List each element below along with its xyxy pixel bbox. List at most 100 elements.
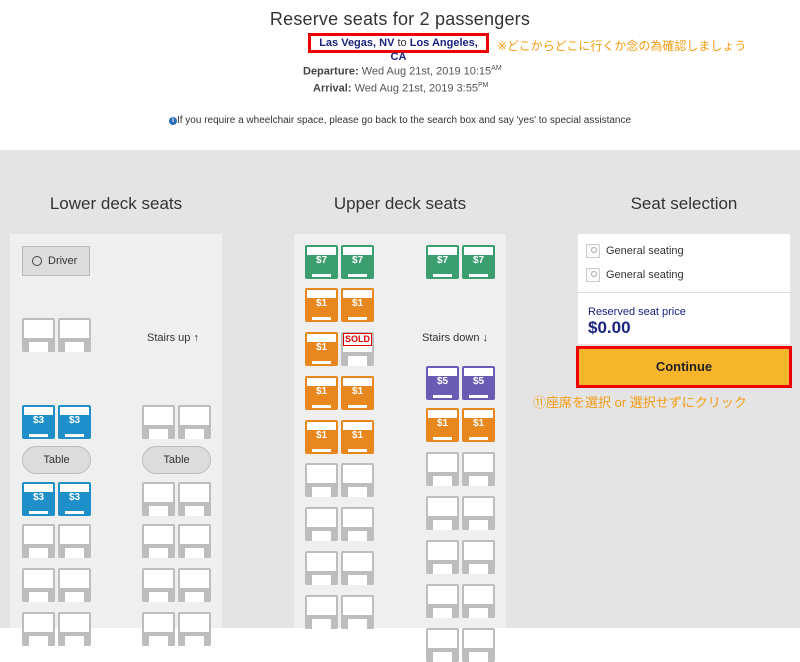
seat-empty xyxy=(462,628,495,662)
seat-price: $1 xyxy=(351,430,364,441)
seat-notch xyxy=(433,395,452,398)
seat-available[interactable]: $1 xyxy=(462,408,495,442)
seat-notch xyxy=(312,274,331,277)
table-left-label: Table xyxy=(43,454,70,466)
seat-available[interactable]: $1 xyxy=(341,288,374,322)
seat-empty xyxy=(462,452,495,486)
seat-available[interactable]: $7 xyxy=(305,245,338,279)
page-header: Reserve seats for 2 passengers Las Vegas… xyxy=(0,0,800,150)
continue-note: ⑪座席を選択 or 選択せずにクリック xyxy=(533,395,747,410)
seat-notch xyxy=(29,434,48,437)
seat-price: $7 xyxy=(315,255,328,266)
seat-price: $1 xyxy=(315,430,328,441)
seat-available[interactable]: $3 xyxy=(58,405,91,439)
seat-available[interactable]: $1 xyxy=(341,420,374,454)
seat-empty xyxy=(426,540,459,574)
seat-available[interactable]: $1 xyxy=(305,420,338,454)
wheelchair-info-text: If you require a wheelchair space, pleas… xyxy=(176,115,632,126)
seat-empty xyxy=(178,482,211,516)
seat-available[interactable]: $3 xyxy=(22,482,55,516)
seat-available[interactable]: $1 xyxy=(305,332,338,366)
steering-wheel-icon xyxy=(32,256,42,266)
seat-empty xyxy=(426,452,459,486)
arrival-value: Wed Aug 21st, 2019 3:55 xyxy=(354,82,478,95)
seat-empty xyxy=(341,551,374,585)
seat-price: $1 xyxy=(436,418,449,429)
seat-empty xyxy=(178,568,211,602)
arrow-up-icon: ↑ xyxy=(193,332,199,344)
seat-empty xyxy=(305,463,338,497)
seat-empty xyxy=(178,405,211,439)
upper-deck-title: Upper deck seats xyxy=(333,194,467,213)
seat-empty xyxy=(341,507,374,541)
seat-empty xyxy=(462,584,495,618)
seat-available[interactable]: $5 xyxy=(426,366,459,400)
passenger-row: General seating xyxy=(586,244,684,258)
seat-price: $3 xyxy=(68,492,81,503)
departure-label: Departure: xyxy=(303,65,359,78)
stairs-down-label: Stairs down xyxy=(422,332,480,344)
trip-times: Departure: Wed Aug 21st, 2019 10:15AM Ar… xyxy=(300,62,502,95)
seat-notch xyxy=(348,317,367,320)
route-to-word: to xyxy=(397,37,407,49)
seat-notch xyxy=(65,511,84,514)
seat-available[interactable]: $7 xyxy=(462,245,495,279)
seat-notch xyxy=(469,274,488,277)
divider xyxy=(578,292,790,293)
seat-available[interactable]: $7 xyxy=(426,245,459,279)
seat-available[interactable]: $5 xyxy=(462,366,495,400)
seat-price: $3 xyxy=(32,492,45,503)
seat-notch xyxy=(29,511,48,514)
route-from: Las Vegas, NV xyxy=(319,37,395,49)
seat-available[interactable]: $1 xyxy=(341,376,374,410)
continue-button[interactable]: Continue xyxy=(576,346,792,388)
seat-notch xyxy=(65,434,84,437)
seat-available[interactable]: $1 xyxy=(305,288,338,322)
seat-selection-title: Seat selection xyxy=(630,194,738,213)
seat-price: $3 xyxy=(32,415,45,426)
table-right: Table xyxy=(142,446,211,474)
seat-empty xyxy=(426,628,459,662)
seat-price: $7 xyxy=(472,255,485,266)
seat-empty xyxy=(142,568,175,602)
seat-empty xyxy=(462,496,495,530)
seat-empty xyxy=(178,612,211,646)
seat-available[interactable]: $1 xyxy=(426,408,459,442)
seat-available[interactable]: $7 xyxy=(341,245,374,279)
seat-empty xyxy=(142,524,175,558)
seat-empty xyxy=(58,568,91,602)
seat-empty xyxy=(305,551,338,585)
price-value: $0.00 xyxy=(588,318,631,337)
seat-available[interactable]: $3 xyxy=(58,482,91,516)
seat-notch xyxy=(469,395,488,398)
seat-empty xyxy=(142,482,175,516)
page-title: Reserve seats for 2 passengers xyxy=(269,9,531,29)
seat-price: $7 xyxy=(436,255,449,266)
seat-notch xyxy=(348,274,367,277)
seat-empty xyxy=(142,612,175,646)
seat-notch xyxy=(433,437,452,440)
seat-notch xyxy=(312,405,331,408)
seat-price: $1 xyxy=(351,298,364,309)
seat-notch xyxy=(312,449,331,452)
person-icon xyxy=(586,244,600,258)
seat-selection-box: General seating General seating Reserved… xyxy=(578,234,790,344)
route-summary: Las Vegas, NV to Los Angeles, CA xyxy=(308,33,489,63)
seat-empty xyxy=(22,568,55,602)
wheelchair-info: i If you require a wheelchair space, plea… xyxy=(0,115,800,126)
seat-notch xyxy=(433,274,452,277)
seat-price: $1 xyxy=(472,418,485,429)
seat-notch xyxy=(469,437,488,440)
departure-ampm: AM xyxy=(491,65,502,72)
arrow-down-icon: ↓ xyxy=(482,332,489,344)
arrival-ampm: PM xyxy=(477,81,489,89)
seat-empty xyxy=(22,318,55,352)
route-note: ※どこからどこに行くか念の為確認しましょう xyxy=(497,39,747,53)
seat-price: $5 xyxy=(436,376,449,387)
seat-empty xyxy=(58,524,91,558)
seat-empty xyxy=(341,595,374,629)
seat-available[interactable]: $1 xyxy=(305,376,338,410)
seat-available[interactable]: $3 xyxy=(22,405,55,439)
passenger-1-seating: General seating xyxy=(606,245,684,257)
driver-label: Driver xyxy=(48,255,78,267)
